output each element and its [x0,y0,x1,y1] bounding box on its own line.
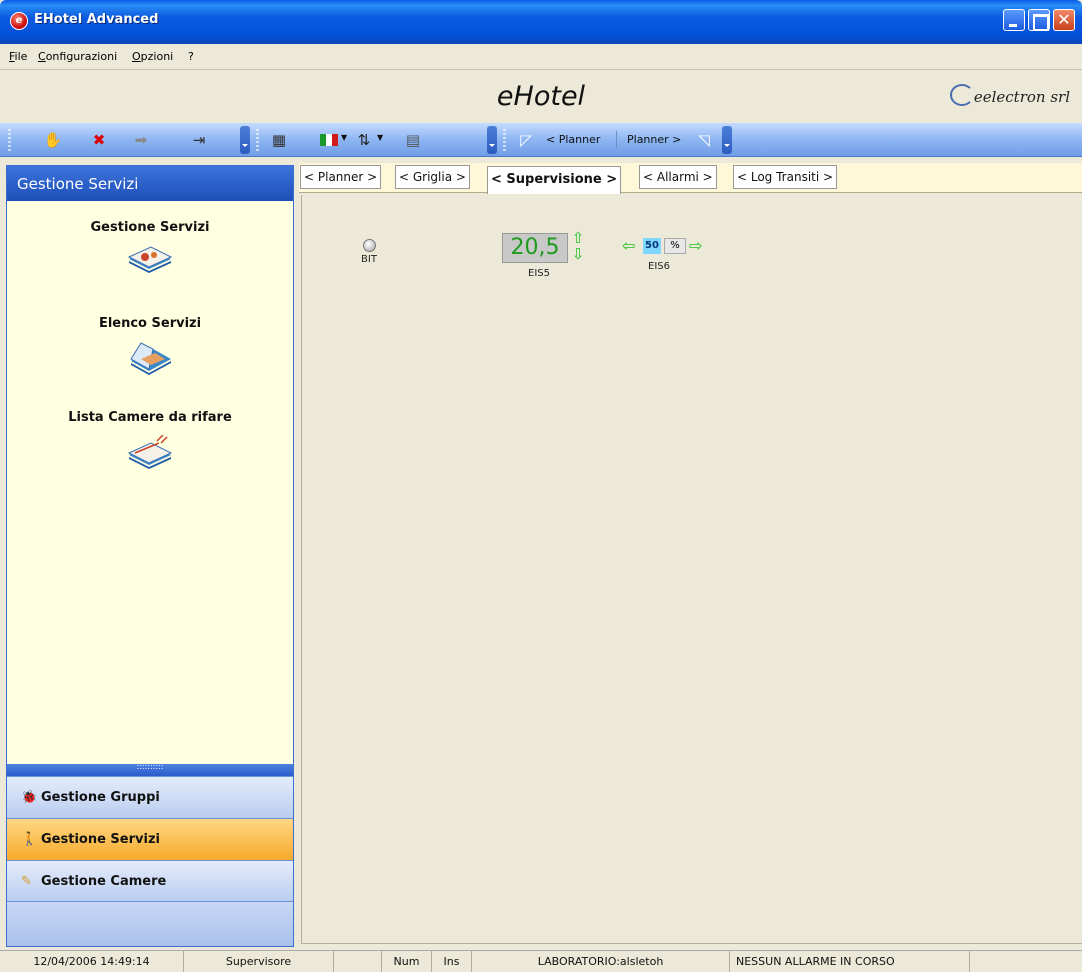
increase-right-arrow-icon[interactable]: ⇨ [689,237,702,255]
planner-prev-button[interactable]: < Planner [546,133,600,146]
delete-icon[interactable]: ✖ [88,129,110,151]
company-name: eelectron srl [973,88,1070,106]
menu-config-label: onfigurazioni [45,50,118,63]
menu-help[interactable]: ? [188,50,194,63]
menu-opzioni[interactable]: Opzioni [132,50,173,63]
services-stack-icon [127,245,173,279]
services-list-icon [127,341,173,375]
services-person-icon: 🚶 [21,832,38,847]
forward-icon[interactable]: ➡ [130,129,152,151]
sidebar-item-label: Lista Camere da rifare [68,410,232,425]
eis5-label: EIS5 [528,268,550,279]
toolbar-separator [616,131,617,149]
status-ins: Ins [432,951,472,972]
tab-strip: < Planner > < Griglia > < Supervisione >… [299,163,1082,194]
tab-griglia[interactable]: < Griglia > [395,165,470,189]
main-area: < Planner > < Griglia > < Supervisione >… [299,163,1082,944]
toolbar-grip-3[interactable] [503,129,506,151]
supervision-canvas: BIT 20,5 ⇧ ⇩ EIS5 ⇦ 50 % ⇨ EIS6 [301,195,1082,944]
planner-prev-icon[interactable]: ◸ [515,129,537,151]
maximize-button[interactable] [1028,9,1050,31]
nav-empty-area [7,901,293,946]
toolbar-overflow-button-3[interactable] [722,126,732,154]
rooms-to-clean-icon [127,434,173,469]
app-brand: eHotel [496,81,586,112]
eis6-label: EIS6 [648,261,670,272]
nav-label: Gestione Gruppi [41,790,160,805]
toolbar-overflow-button-2[interactable] [487,126,497,154]
decrease-left-arrow-icon[interactable]: ⇦ [622,237,635,255]
eis5-value: 20,5 [502,233,568,263]
maximize-icon [1029,10,1049,31]
menu-configurazioni[interactable]: Configurazioni [38,50,117,63]
nav-gestione-camere[interactable]: ✎ Gestione Camere [7,860,293,902]
sidebar-item-elenco-servizi[interactable]: Elenco Servizi [7,316,293,375]
menu-file[interactable]: File [9,50,27,63]
nav-gestione-servizi[interactable]: 🚶 Gestione Servizi [7,818,293,860]
language-flag-icon[interactable] [318,129,340,151]
toolbar-overflow-button[interactable] [240,126,250,154]
sidebar-item-lista-camere[interactable]: Lista Camere da rifare [7,410,293,469]
status-datetime: 12/04/2006 14:49:14 [0,951,184,972]
status-bar: 12/04/2006 14:49:14 Supervisore Num Ins … [0,950,1082,972]
exit-icon[interactable]: ⇥ [188,129,210,151]
sort-dropdown-icon[interactable]: ▼ [377,133,383,142]
planner-next-icon[interactable]: ◹ [693,129,715,151]
bit-label: BIT [361,254,377,265]
status-alarm: NESSUN ALLARME IN CORSO [730,951,970,972]
menu-options-label: pzioni [140,50,174,63]
sidebar-item-gestione-servizi[interactable]: Gestione Servizi [7,220,293,279]
close-button[interactable]: ✕ [1053,9,1075,31]
bit-led-icon [362,239,376,252]
close-icon: ✕ [1057,10,1071,29]
sidebar-header: Gestione Servizi [7,166,293,201]
sort-icon[interactable]: ⇅ [353,129,375,151]
nav-label: Gestione Servizi [41,832,160,847]
menu-bar: File Configurazioni Opzioni ? [0,44,1082,70]
app-icon: e [10,12,28,30]
status-empty [334,951,382,972]
groups-icon: 🐞 [21,790,38,805]
tab-log-transiti[interactable]: < Log Transiti > [733,165,838,189]
sidebar-item-label: Elenco Servizi [98,316,202,331]
minimize-icon [1004,10,1024,30]
calendar-icon[interactable]: ▦ [268,129,290,151]
nav-label: Gestione Camere [41,874,167,889]
menu-options-hotkey: O [132,50,141,63]
sidebar: Gestione Servizi Gestione Servizi Elenco… [6,165,294,947]
sidebar-splitter[interactable]: :::::::::: [7,763,293,776]
title-bar[interactable]: e EHotel Advanced ✕ [0,0,1082,44]
menu-config-hotkey: C [38,50,46,63]
tab-allarmi[interactable]: < Allarmi > [639,165,717,189]
sidebar-item-label: Gestione Servizi [90,220,210,235]
toolbar: ✋ ✖ ➡ ⇥ ▦ ▼ ⇅ ▼ ▤ ◸ < Planner Planner > … [0,123,1082,157]
planner-next-button[interactable]: Planner > [627,133,681,146]
tab-planner[interactable]: < Planner > [300,165,382,189]
language-dropdown-icon[interactable]: ▼ [341,133,347,142]
nav-gestione-gruppi[interactable]: 🐞 Gestione Gruppi [7,776,293,818]
toolbar-grip-2[interactable] [256,129,259,151]
menu-file-label: ile [14,50,28,63]
tab-supervisione[interactable]: < Supervisione > [487,166,622,194]
hand-icon[interactable]: ✋ [42,129,64,151]
eis6-unit: % [664,238,686,254]
header-band: eHotel eelectron srl [0,71,1082,123]
toolbar-grip[interactable] [8,129,11,151]
bit-indicator[interactable]: BIT [354,239,384,265]
window-title: EHotel Advanced [34,12,159,27]
rooms-pencil-icon: ✎ [21,874,32,889]
grid-icon[interactable]: ▤ [402,129,424,151]
minimize-button[interactable] [1003,9,1025,31]
company-logo-icon [950,84,974,106]
status-num: Num [382,951,432,972]
status-station: LABORATORIO:alsletoh [472,951,730,972]
decrease-arrow-icon[interactable]: ⇩ [569,247,587,263]
status-role: Supervisore [184,951,334,972]
eis6-value: 50 [643,238,661,254]
